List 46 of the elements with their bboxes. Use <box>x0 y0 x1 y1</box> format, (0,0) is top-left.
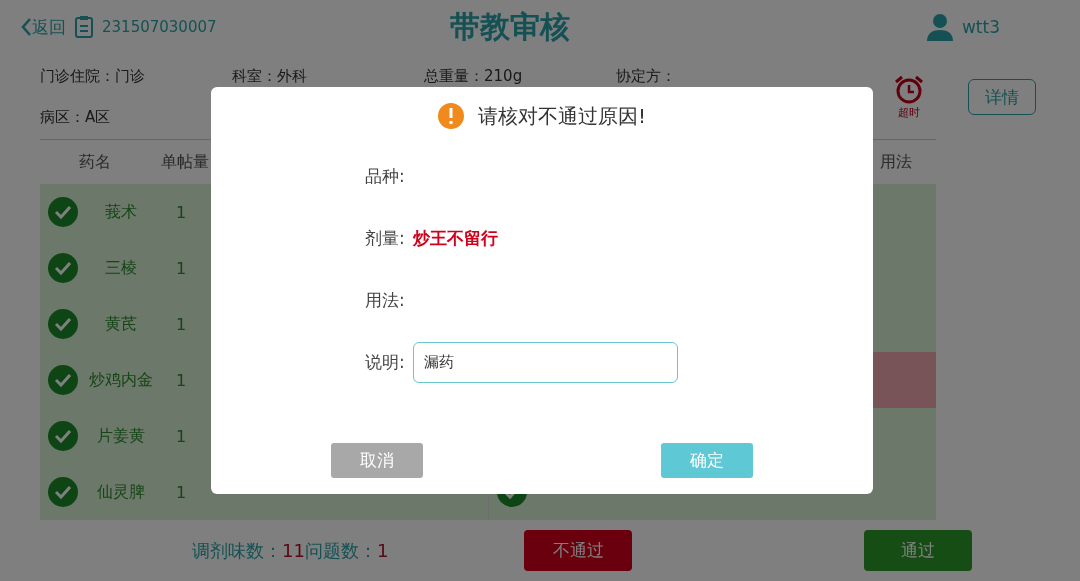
cancel-button[interactable]: 取消 <box>331 443 423 478</box>
reject-button[interactable]: 不通过 <box>524 530 632 572</box>
field-label: 品种: <box>365 164 405 188</box>
dose-cell-text: 1 <box>174 258 188 278</box>
details-button[interactable]: 详情 <box>968 79 1036 115</box>
page-title: 带教审核 <box>450 7 570 46</box>
confirm-button[interactable]: 确定 <box>661 443 753 478</box>
drug-name-cell-text: 仙灵脾 <box>96 481 146 503</box>
issues-value: 1 <box>376 539 389 561</box>
info-text: 科室：外科 <box>232 67 308 86</box>
info-text: 协定方： <box>616 67 677 86</box>
dose-cell-text: 1 <box>174 370 188 390</box>
order-number: 231507030007 <box>102 18 217 37</box>
approve-button[interactable]: 通过 <box>864 530 972 572</box>
chevron-left-icon <box>20 17 32 38</box>
back-button[interactable]: 返回 <box>20 15 66 39</box>
clipboard-icon <box>74 15 94 40</box>
count-value: 11 <box>282 539 305 561</box>
field-label: 说明: <box>365 350 405 374</box>
count-label: 调剂味数： <box>192 538 282 563</box>
dose-issue-text: 炒王不留行 <box>412 226 498 250</box>
drug-name-cell-text: 片姜黄 <box>96 425 146 447</box>
alarm-clock-icon <box>894 74 924 105</box>
issues-label: 问题数： <box>304 538 377 563</box>
drug-name-cell-text: 黄芪 <box>104 313 138 335</box>
field-label: 用法: <box>365 288 405 312</box>
timeout-label: 超时 <box>898 104 920 120</box>
dialog-title: 请核对不通过原因! <box>478 102 646 130</box>
column-header: 单帖量 <box>160 151 210 173</box>
user-name: wtt3 <box>961 17 1000 38</box>
info-text: 总重量：210g <box>424 67 524 86</box>
warning-icon <box>438 103 464 129</box>
dose-cell-text: 1 <box>174 314 188 334</box>
dose-cell-text: 1 <box>174 202 188 222</box>
info-text: 病区：A区 <box>40 108 112 127</box>
user-icon <box>925 13 954 42</box>
drug-name-cell-text: 莪术 <box>104 201 138 223</box>
drug-name-cell-text: 炒鸡内金 <box>88 369 154 391</box>
info-text: 门诊住院：门诊 <box>40 67 146 86</box>
note-input-field[interactable]: 漏药 <box>412 341 678 383</box>
column-header: 用法 <box>879 151 913 173</box>
drug-name-cell-text: 三棱 <box>104 257 138 279</box>
dose-cell-text: 1 <box>174 482 188 502</box>
field-label: 剂量: <box>365 226 405 250</box>
dose-cell-text: 1 <box>174 426 188 446</box>
column-header: 药名 <box>78 151 112 173</box>
